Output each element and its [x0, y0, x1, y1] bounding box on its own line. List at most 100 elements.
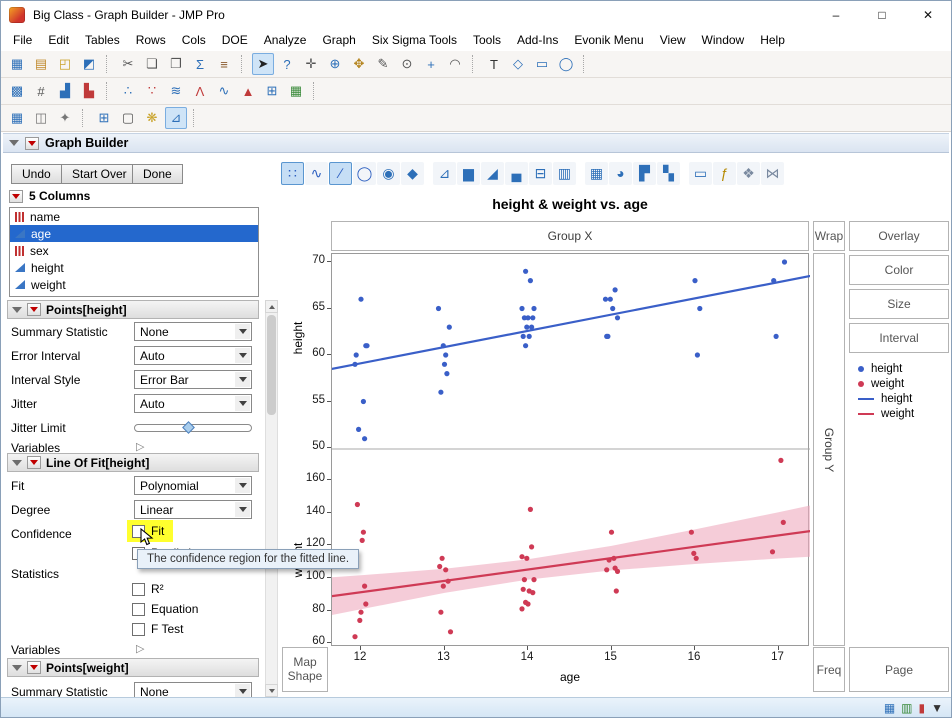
contour-element-icon[interactable]: ◉	[377, 162, 400, 185]
group-x-drop-zone[interactable]: Group X	[331, 221, 809, 251]
area-element-icon[interactable]: ◢	[481, 162, 504, 185]
interval-style-select[interactable]: Error Bar	[134, 370, 252, 389]
rsquare-option[interactable]: R²	[132, 580, 164, 598]
script-icon[interactable]: ≡	[213, 53, 235, 75]
new-journal-icon[interactable]: ▤	[30, 53, 52, 75]
jitter-limit-slider[interactable]	[134, 421, 252, 435]
jitter-select[interactable]: Auto	[134, 394, 252, 413]
scrollbar-thumb[interactable]	[267, 315, 276, 415]
data-table-status-icon[interactable]: ▦	[884, 701, 895, 715]
annotate-tool-icon[interactable]: T	[483, 53, 505, 75]
fit-y-by-x-icon[interactable]: ∴	[117, 80, 139, 102]
collapse-triangle-icon[interactable]	[12, 665, 22, 671]
summary-statistic-select[interactable]: None	[134, 322, 252, 341]
save-icon[interactable]: ◩	[78, 53, 100, 75]
new-data-table-icon[interactable]: ▦	[6, 53, 28, 75]
menu-file[interactable]: File	[5, 30, 40, 50]
red-triangle-menu-icon[interactable]	[27, 303, 41, 316]
menu-window[interactable]: Window	[694, 30, 753, 50]
graph-builder-icon[interactable]: ▦	[6, 107, 28, 129]
column-item-age[interactable]: age	[10, 225, 258, 242]
line-of-fit-panel-header[interactable]: Line Of Fit[height]	[7, 453, 259, 472]
degree-select[interactable]: Linear	[134, 500, 252, 519]
menu-analyze[interactable]: Analyze	[256, 30, 315, 50]
matched-pairs-icon[interactable]: ∵	[141, 80, 163, 102]
formula-element-icon[interactable]: ƒ	[713, 162, 736, 185]
line-of-fit-element-icon[interactable]: ∕	[329, 162, 352, 185]
overlay-drop-zone[interactable]: Overlay	[849, 221, 949, 251]
undo-button[interactable]: Undo	[11, 164, 62, 184]
collapse-triangle-icon[interactable]	[12, 460, 22, 466]
crosshair-tool-icon[interactable]: ✛	[300, 53, 322, 75]
maximize-button[interactable]: □	[859, 1, 905, 29]
wrap-drop-zone[interactable]: Wrap	[813, 221, 845, 251]
disclosure-triangle-icon[interactable]: ▷	[136, 440, 144, 453]
screen-icon[interactable]: ▢	[117, 107, 139, 129]
paste-icon[interactable]: ❐	[165, 53, 187, 75]
points-weight-panel-header[interactable]: Points[weight]	[7, 658, 259, 677]
arrow-tool-icon[interactable]: ➤	[252, 53, 274, 75]
tabulate-icon[interactable]: ⊞	[261, 80, 283, 102]
graph-builder-header[interactable]: Graph Builder	[3, 133, 949, 153]
menu-edit[interactable]: Edit	[40, 30, 77, 50]
chart-active-icon[interactable]: ⊿	[165, 107, 187, 129]
line-element-icon[interactable]: ⊿	[433, 162, 456, 185]
column-item-sex[interactable]: sex	[10, 242, 258, 259]
ellipse-element-icon[interactable]: ◯	[353, 162, 376, 185]
collapse-triangle-icon[interactable]	[12, 307, 22, 313]
partition-icon[interactable]: ▲	[237, 80, 259, 102]
menu-add-ins[interactable]: Add-Ins	[509, 30, 566, 50]
column-item-name[interactable]: name	[10, 208, 258, 225]
red-triangle-menu-icon[interactable]	[25, 137, 39, 150]
error-interval-select[interactable]: Auto	[134, 346, 252, 365]
menu-tools[interactable]: Tools	[465, 30, 509, 50]
menu-rows[interactable]: Rows	[128, 30, 174, 50]
tools-icon[interactable]: ✦	[54, 107, 76, 129]
menu-six-sigma-tools[interactable]: Six Sigma Tools	[364, 30, 465, 50]
parallel-element-icon[interactable]: ⋈	[761, 162, 784, 185]
summary-icon[interactable]: Σ	[189, 53, 211, 75]
menu-view[interactable]: View	[652, 30, 694, 50]
map-shape-drop-zone[interactable]: Map Shape	[282, 647, 328, 692]
page-drop-zone[interactable]: Page	[849, 647, 949, 692]
color-drop-zone[interactable]: Color	[849, 255, 949, 285]
menu-evonik-menu[interactable]: Evonik Menu	[566, 30, 651, 50]
histogram-element-icon[interactable]: ▄	[505, 162, 528, 185]
polygon-tool-icon[interactable]: ◇	[507, 53, 529, 75]
bar-element-icon[interactable]: ▆	[457, 162, 480, 185]
help-tool-icon[interactable]: ?	[276, 53, 298, 75]
red-triangle-menu-icon[interactable]	[27, 456, 41, 469]
map-shape-element-icon[interactable]: ❖	[737, 162, 760, 185]
ftest-option[interactable]: F Test	[132, 620, 183, 638]
close-button[interactable]: ✕	[905, 1, 951, 29]
open-icon[interactable]: ◰	[54, 53, 76, 75]
zoom-in-tool-icon[interactable]: +	[420, 53, 442, 75]
globe-tool-icon[interactable]: ⊕	[324, 53, 346, 75]
treemap-element-icon[interactable]: ▛	[633, 162, 656, 185]
burst-icon[interactable]: ❋	[141, 107, 163, 129]
scroll-up-arrow[interactable]	[265, 300, 278, 313]
column-viewer-icon[interactable]: #	[30, 80, 52, 102]
pie-element-icon[interactable]: ◕	[609, 162, 632, 185]
columns-status-icon[interactable]: ▥	[901, 701, 912, 715]
done-button[interactable]: Done	[132, 164, 183, 184]
journal-pane-icon[interactable]: ◫	[30, 107, 52, 129]
minimize-button[interactable]: –	[813, 1, 859, 29]
magnifier-tool-icon[interactable]: ⊙	[396, 53, 418, 75]
grid-icon[interactable]: ⊞	[93, 107, 115, 129]
rsquare-checkbox[interactable]	[132, 583, 145, 596]
time-series-icon[interactable]: ∿	[213, 80, 235, 102]
scroll-down-arrow[interactable]	[265, 684, 278, 697]
two-sample-icon[interactable]: Λ	[189, 80, 211, 102]
menu-doe[interactable]: DOE	[214, 30, 256, 50]
menu-cols[interactable]: Cols	[174, 30, 214, 50]
equation-checkbox[interactable]	[132, 603, 145, 616]
menu-help[interactable]: Help	[752, 30, 793, 50]
red-triangle-menu-icon[interactable]	[27, 661, 41, 674]
ftest-checkbox[interactable]	[132, 623, 145, 636]
data-filter-icon[interactable]: ▩	[6, 80, 28, 102]
mosaic-element-icon[interactable]: ▚	[657, 162, 680, 185]
selection-status-icon[interactable]: ▮	[919, 701, 926, 715]
menu-tables[interactable]: Tables	[77, 30, 128, 50]
caption-box-element-icon[interactable]: ▭	[689, 162, 712, 185]
